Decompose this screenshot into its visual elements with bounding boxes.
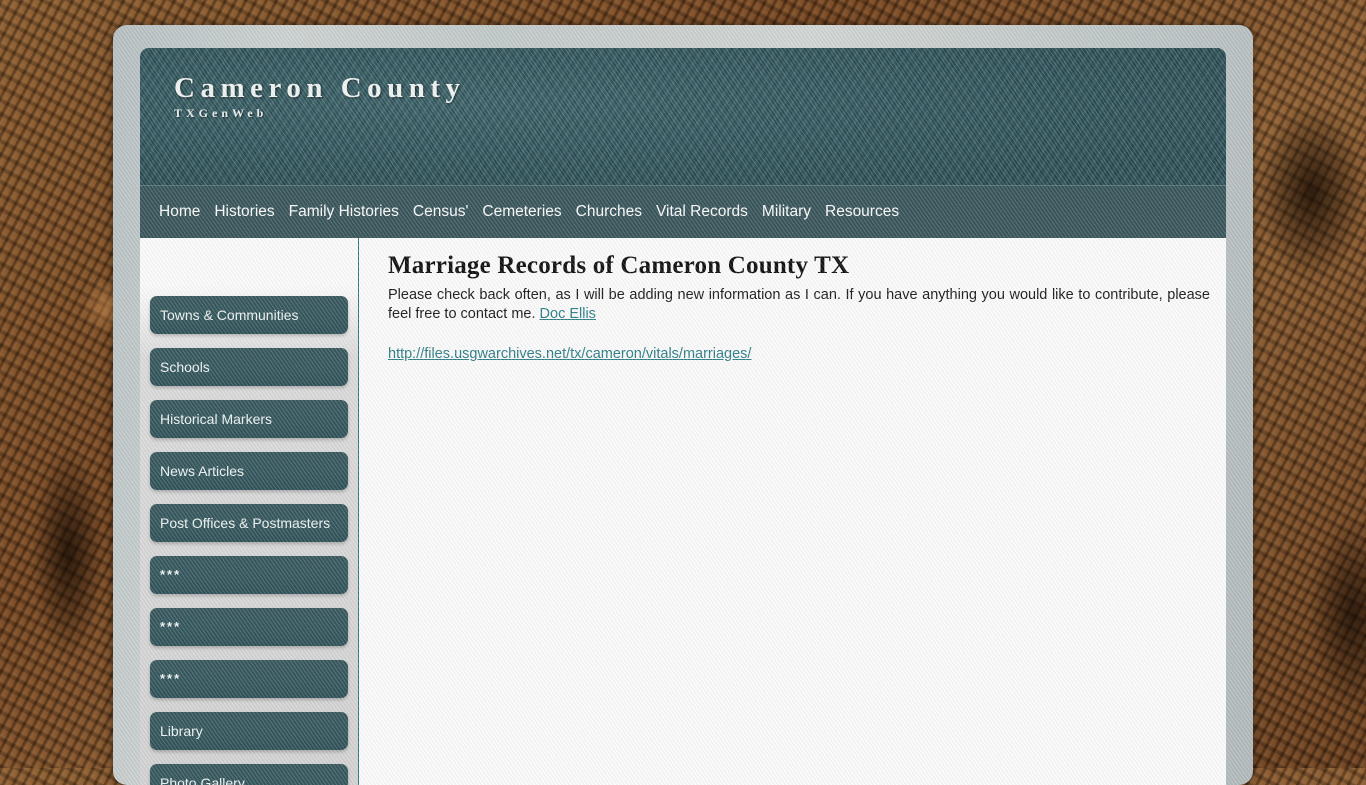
sidebar: Towns & Communities Schools Historical M…	[140, 238, 358, 785]
intro-paragraph-text: Please check back often, as I will be ad…	[388, 287, 1210, 322]
intro-paragraph: Please check back often, as I will be ad…	[388, 286, 1210, 324]
sidebar-item-placeholder-3[interactable]: ***	[150, 660, 348, 698]
main-content: Marriage Records of Cameron County TX Pl…	[358, 238, 1226, 785]
sidebar-item-placeholder-2[interactable]: ***	[150, 608, 348, 646]
site-subtitle: TXGenWeb	[174, 106, 268, 120]
nav-item-vital-records[interactable]: Vital Records	[649, 202, 755, 222]
main-navigation: Home Histories Family Histories Census' …	[140, 185, 1226, 238]
nav-item-military[interactable]: Military	[755, 202, 818, 222]
sidebar-item-historical-markers[interactable]: Historical Markers	[150, 400, 348, 438]
nav-item-histories[interactable]: Histories	[207, 202, 281, 222]
contact-link-doc-ellis[interactable]: Doc Ellis	[540, 306, 596, 322]
site-container: Cameron County TXGenWeb Home Histories F…	[140, 48, 1226, 785]
site-masthead: Cameron County TXGenWeb	[140, 48, 1226, 185]
sidebar-item-news-articles[interactable]: News Articles	[150, 452, 348, 490]
sidebar-item-placeholder-1[interactable]: ***	[150, 556, 348, 594]
nav-item-home[interactable]: Home	[152, 202, 207, 222]
page-title: Marriage Records of Cameron County TX	[388, 252, 850, 279]
browser-page-frame: Cameron County TXGenWeb Home Histories F…	[113, 25, 1253, 785]
page-body: Towns & Communities Schools Historical M…	[140, 238, 1226, 785]
nav-item-cemeteries[interactable]: Cemeteries	[475, 202, 568, 222]
nav-item-resources[interactable]: Resources	[818, 202, 906, 222]
site-title: Cameron County	[174, 72, 466, 104]
sidebar-item-schools[interactable]: Schools	[150, 348, 348, 386]
sidebar-item-library[interactable]: Library	[150, 712, 348, 750]
nav-item-census[interactable]: Census'	[406, 202, 476, 222]
nav-item-churches[interactable]: Churches	[569, 202, 649, 222]
sidebar-item-post-offices-postmasters[interactable]: Post Offices & Postmasters	[150, 504, 348, 542]
sidebar-item-photo-gallery[interactable]: Photo Gallery	[150, 764, 348, 785]
archive-url-link[interactable]: http://files.usgwarchives.net/tx/cameron…	[388, 346, 751, 362]
sidebar-item-towns-communities[interactable]: Towns & Communities	[150, 296, 348, 334]
nav-item-family-histories[interactable]: Family Histories	[282, 202, 406, 222]
